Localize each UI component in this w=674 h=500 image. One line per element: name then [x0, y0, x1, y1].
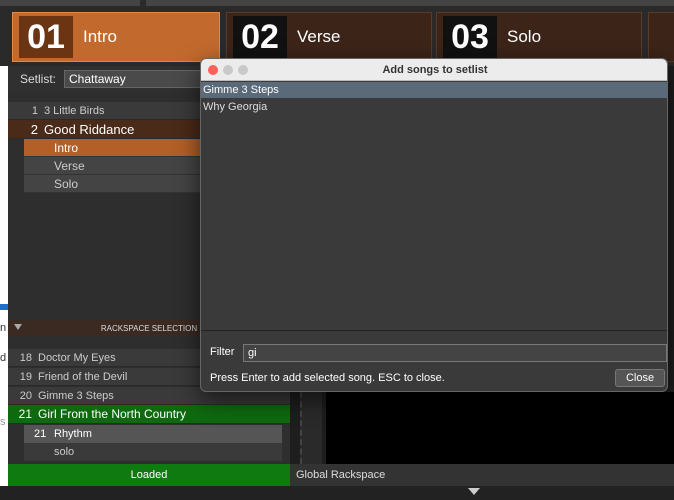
filter-input[interactable] [243, 344, 667, 362]
song-name: 3 Little Birds [44, 104, 105, 117]
setlist-label: Setlist: [20, 72, 57, 86]
rack-rail [300, 392, 322, 464]
close-button[interactable]: Close [615, 369, 665, 387]
edge-blue-marker [0, 304, 8, 310]
song-parts-bar: 01 Intro 02 Verse 03 Solo [0, 0, 674, 66]
edge-glyph: d [0, 352, 7, 364]
variation-item-selected[interactable]: 21 Rhythm [24, 425, 282, 443]
top-strip [146, 0, 674, 6]
dialog-titlebar[interactable]: Add songs to setlist [201, 59, 667, 81]
rack-panel [326, 392, 674, 464]
part-tab-solo[interactable]: 03 Solo [436, 12, 642, 62]
part-name: Verse [297, 27, 341, 46]
variation-name: Rhythm [54, 428, 92, 440]
rackspace-number: 19 [19, 370, 32, 383]
rackspace-name: Gimme 3 Steps [38, 389, 114, 402]
dialog-title: Add songs to setlist [382, 63, 488, 76]
collapse-triangle-icon[interactable] [14, 324, 22, 330]
rackspace-name: Doctor My Eyes [38, 351, 116, 364]
part-number: 01 [19, 16, 73, 58]
part-number: 02 [233, 16, 287, 58]
bottom-ruler [0, 486, 674, 500]
result-item[interactable]: Why Georgia [201, 99, 667, 115]
setlist-dropdown[interactable]: Chattaway [64, 70, 205, 88]
rackspace-header-label: RACKSPACE SELECTION [100, 323, 198, 333]
part-tab-intro[interactable]: 01 Intro [12, 12, 220, 62]
global-rackspace-bar[interactable]: Global Rackspace [290, 464, 674, 486]
song-name: Good Riddance [44, 121, 135, 137]
variation-number: 21 [34, 428, 47, 440]
rackspace-name: Girl From the North Country [38, 407, 187, 421]
song-results-list[interactable]: Gimme 3 Steps Why Georgia [201, 81, 667, 331]
filter-label: Filter [210, 346, 235, 358]
close-window-icon[interactable] [208, 65, 218, 75]
loaded-status-bar: Loaded [8, 464, 290, 486]
rackspace-item-loaded[interactable]: 21 Girl From the North Country [8, 405, 290, 424]
part-tab-next[interactable] [648, 12, 674, 62]
zoom-window-icon[interactable] [238, 65, 248, 75]
variation-name: solo [54, 446, 75, 458]
rackspace-number: 20 [19, 389, 32, 402]
part-name: Solo [507, 27, 542, 46]
song-number: 1 [31, 104, 38, 117]
global-rackspace-label: Global Rackspace [296, 469, 386, 481]
result-item-selected[interactable]: Gimme 3 Steps [201, 82, 667, 98]
background-window-edge: n d s [0, 300, 8, 440]
variation-item[interactable]: solo [24, 443, 282, 461]
part-number: 03 [443, 16, 497, 58]
song-number: 2 [30, 121, 38, 137]
rackspace-number: 18 [19, 351, 32, 364]
edge-glyph: s [0, 416, 6, 428]
minimize-window-icon[interactable] [223, 65, 233, 75]
part-name: Intro [83, 27, 118, 46]
position-marker-icon[interactable] [468, 488, 480, 495]
part-tab-verse[interactable]: 02 Verse [226, 12, 432, 62]
dialog-hint: Press Enter to add selected song. ESC to… [210, 372, 445, 384]
rackspace-number: 21 [18, 407, 32, 421]
rackspace-name: Friend of the Devil [38, 370, 128, 383]
top-strip [0, 0, 140, 6]
add-songs-dialog: Add songs to setlist Gimme 3 Steps Why G… [200, 58, 668, 392]
edge-glyph: n [0, 322, 7, 334]
